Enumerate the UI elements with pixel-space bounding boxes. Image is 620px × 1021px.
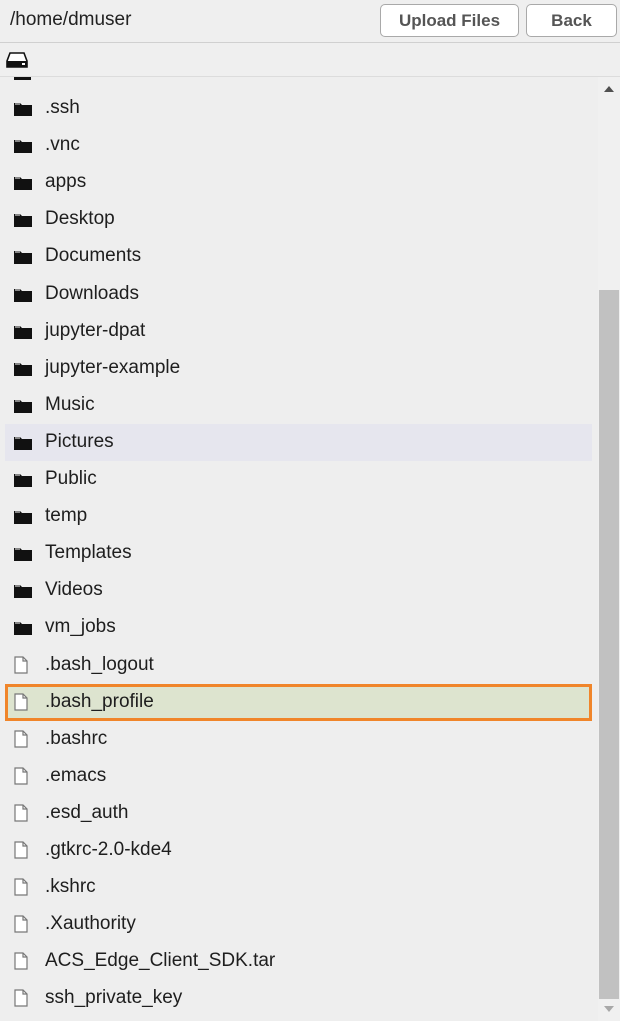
folder-icon [14,212,32,232]
folder-icon [14,138,32,158]
item-label: Desktop [45,208,115,229]
item-label: .emacs [45,765,107,786]
folder-item[interactable]: jupyter-dpat [5,313,592,350]
folder-icon [14,583,32,603]
item-label: Music [45,394,95,415]
scrollbar[interactable] [598,77,620,1021]
item-label: apps [45,171,87,192]
folder-icon [14,249,32,269]
file-icon [14,730,28,753]
file-item[interactable]: .emacs [5,758,592,795]
folder-item[interactable]: temp [5,498,592,535]
header-bar: /home/dmuser Upload Files Back [0,0,620,43]
file-item[interactable]: .bashrc [5,721,592,758]
file-icon [14,693,28,716]
scroll-up-arrow-icon[interactable] [604,86,614,92]
folder-item[interactable]: .ssh [5,90,592,127]
folder-icon [14,361,32,381]
item-label: .gtkrc-2.0-kde4 [45,839,172,860]
item-label: .vnc [45,134,80,155]
scroll-thumb[interactable] [599,290,619,999]
item-label: ssh_private_key [45,987,183,1008]
item-label: jupyter-dpat [45,320,146,341]
folder-item[interactable]: jupyter-example [5,350,592,387]
folder-item[interactable]: Downloads [5,276,592,313]
file-icon [14,952,28,975]
file-item[interactable]: ACS_Edge_Client_SDK.tar [5,943,592,980]
item-label: Templates [45,542,132,563]
folder-icon [14,175,32,195]
item-label: vm_jobs [45,616,116,637]
file-item[interactable]: ssh_private_key [5,980,592,1017]
folder-item[interactable]: Templates [5,535,592,572]
item-label: Documents [45,245,142,266]
file-item[interactable]: .Xauthority [5,906,592,943]
file-item[interactable]: .kshrc [5,869,592,906]
folder-item[interactable]: Public [5,461,592,498]
folder-icon [14,620,32,640]
folder-icon [14,398,32,418]
folder-item[interactable]: Documents [5,238,592,275]
file-item[interactable]: .bash_logout [5,647,592,684]
folder-item[interactable]: Music [5,387,592,424]
item-label: Downloads [45,283,139,304]
partial-folder-icon [14,77,31,80]
item-label: .esd_auth [45,802,129,823]
folder-icon [14,509,32,529]
file-item[interactable]: .gtkrc-2.0-kde4 [5,832,592,869]
file-item[interactable]: .esd_auth [5,795,592,832]
item-label: .bashrc [45,728,108,749]
folder-item[interactable]: Desktop [5,201,592,238]
file-icon [14,841,28,864]
drive-icon[interactable] [6,52,28,73]
folder-icon [14,101,32,121]
folder-icon [14,546,32,566]
file-icon [14,656,28,679]
folder-icon [14,435,32,455]
folder-icon [14,324,32,344]
file-list[interactable]: .ssh .vnc apps Desktop Documents Downloads jup… [0,77,598,1021]
item-label: Pictures [45,431,114,452]
item-label: .Xauthority [45,913,136,934]
item-label: jupyter-example [45,357,181,378]
folder-item[interactable]: apps [5,164,592,201]
scroll-down-arrow-icon[interactable] [604,1006,614,1012]
file-icon [14,767,28,790]
folder-icon [14,287,32,307]
file-icon [14,878,28,901]
upload-files-button[interactable]: Upload Files [380,4,519,37]
folder-item[interactable]: vm_jobs [5,609,592,646]
folder-item[interactable]: Pictures [5,424,592,461]
file-item[interactable]: .bash_profile [5,684,592,721]
folder-icon [14,472,32,492]
back-button[interactable]: Back [526,4,617,37]
item-label: Videos [45,579,103,600]
item-label: .ssh [45,97,80,118]
current-path: /home/dmuser [10,9,132,30]
file-icon [14,804,28,827]
item-label: .bash_logout [45,654,154,675]
folder-item[interactable]: .vnc [5,127,592,164]
item-label: .bash_profile [45,691,154,712]
item-label: .kshrc [45,876,96,897]
item-label: Public [45,468,97,489]
file-icon [14,989,28,1012]
item-label: temp [45,505,88,526]
folder-item[interactable]: Videos [5,572,592,609]
drive-bar [0,43,620,77]
file-icon [14,915,28,938]
item-label: ACS_Edge_Client_SDK.tar [45,950,276,971]
